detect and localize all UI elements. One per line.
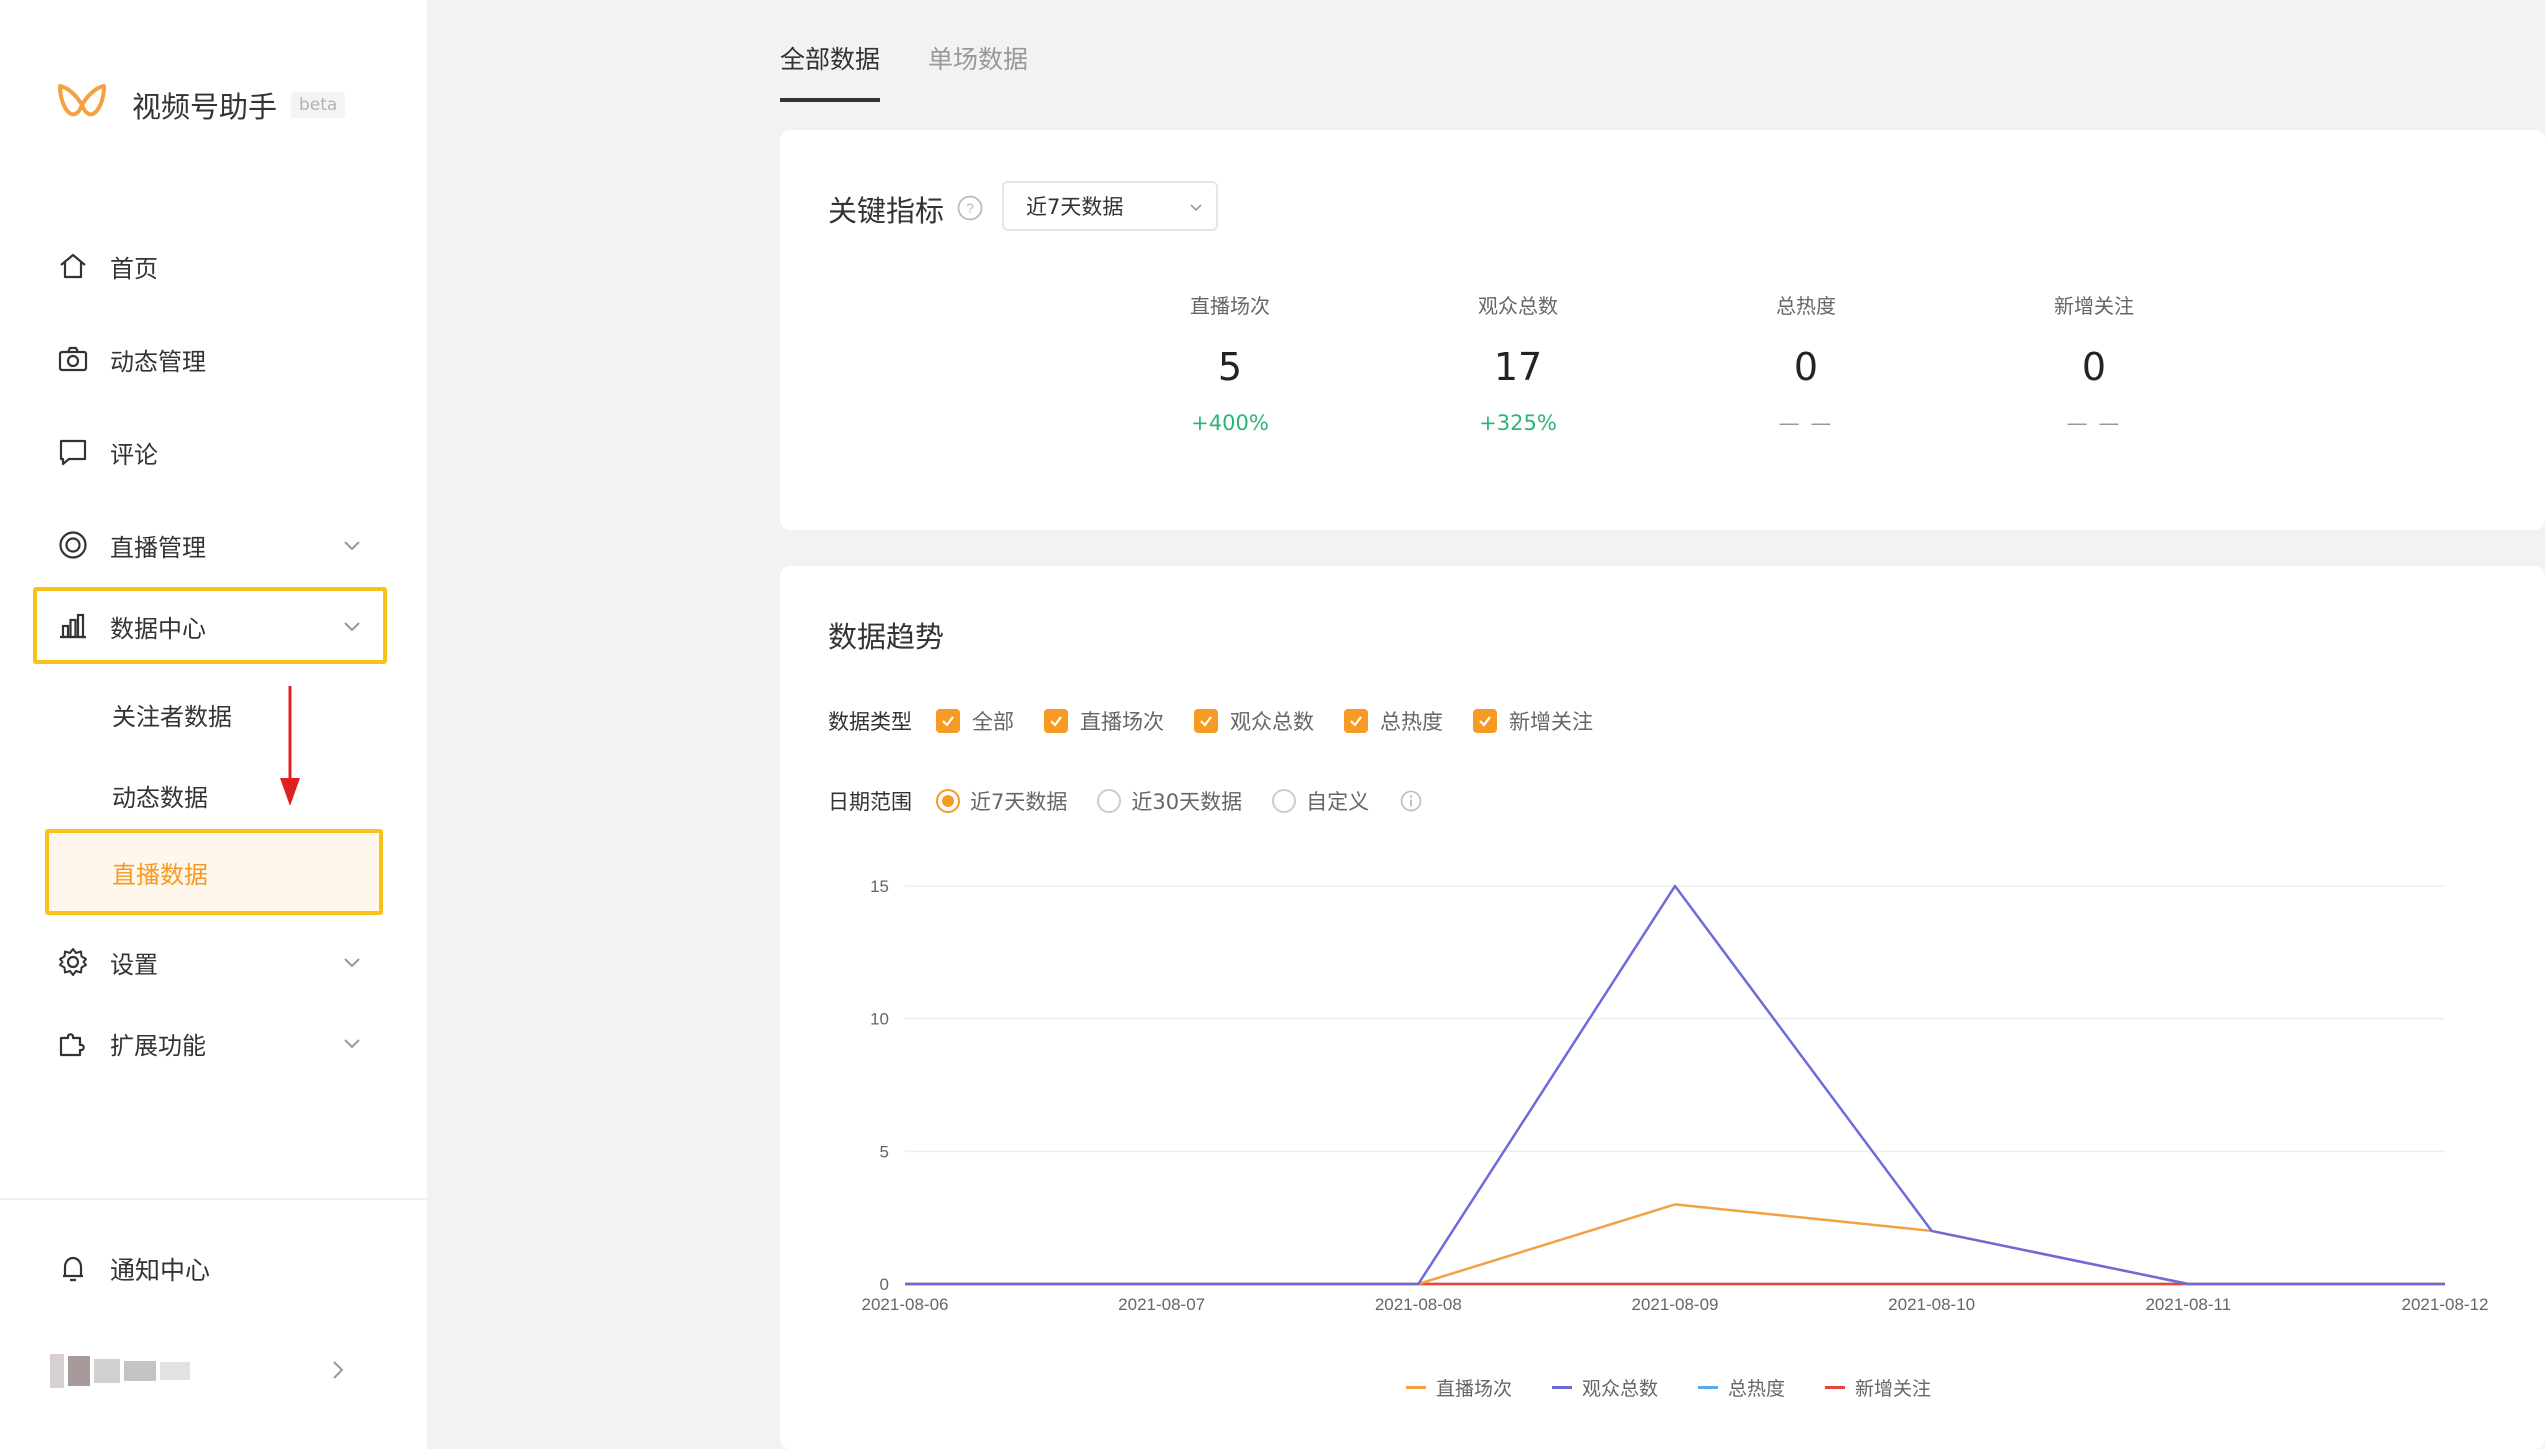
sidebar-item-settings[interactable]: 设置 (56, 932, 376, 992)
metric-change: +325% (1479, 411, 1557, 435)
beta-badge: beta (291, 92, 346, 118)
user-profile[interactable] (50, 1348, 195, 1394)
metric-label: 观众总数 (1478, 294, 1558, 318)
legend-swatch (1406, 1386, 1426, 1389)
chevron-right-icon[interactable] (324, 1356, 352, 1384)
sidebar-divider (0, 1198, 427, 1200)
legend-label: 总热度 (1728, 1378, 1786, 1400)
camera-icon (56, 342, 90, 376)
y-tick-label: 0 (880, 1275, 889, 1294)
data-tabs: 全部数据 单场数据 (780, 40, 1028, 102)
live-icon (56, 528, 90, 562)
chevron-down-icon (1190, 204, 1202, 212)
x-tick-label: 2021-08-07 (1118, 1295, 1205, 1314)
x-tick-label: 2021-08-11 (2145, 1295, 2231, 1314)
bar-chart-icon (56, 609, 90, 643)
key-metrics-title: 关键指标 (828, 194, 945, 228)
sidebar-item-posts[interactable]: 动态管理 (56, 329, 376, 389)
key-metrics-card: 关键指标 ? 近7天数据 直播场次 5 +400% 观众总数 17 +325% … (780, 130, 2545, 530)
avatar (50, 1348, 195, 1394)
trend-line-chart: 0 5 10 15 2021-08-06 2021-08-07 2021-08-08 2021… (862, 877, 2489, 1314)
x-tick-label: 2021-08-09 (1632, 1295, 1719, 1314)
metric-change: — — (1778, 411, 1834, 435)
metric-value: 17 (1493, 345, 1543, 389)
range-select[interactable]: 近7天数据 (1002, 181, 1218, 231)
sub-item-followers-data[interactable]: 关注者数据 (112, 697, 232, 732)
sidebar-item-label: 扩展功能 (110, 1031, 206, 1060)
tab-single-session-data[interactable]: 单场数据 (928, 40, 1028, 102)
metric-value: 0 (1793, 345, 1819, 389)
app-name: 视频号助手 (132, 90, 278, 124)
sub-item-posts-data[interactable]: 动态数据 (112, 778, 208, 813)
app-logo[interactable]: 视频号助手 beta (54, 78, 346, 132)
x-tick-label: 2021-08-10 (1888, 1295, 1975, 1314)
sidebar-item-comments[interactable]: 评论 (56, 422, 376, 482)
metric-value: 0 (2081, 345, 2107, 389)
red-arrow-annotation (280, 686, 300, 806)
logo-icon (58, 84, 106, 117)
legend-label: 观众总数 (1582, 1378, 1659, 1400)
legend-swatch (1698, 1386, 1719, 1389)
sidebar-item-home[interactable]: 首页 (56, 236, 376, 296)
metric-total-heat: 总热度 0 — — (1696, 290, 1916, 435)
comment-icon (56, 435, 90, 469)
legend-swatch (1825, 1386, 1846, 1389)
y-tick-label: 15 (870, 877, 889, 896)
metric-new-followers: 新增关注 0 — — (1984, 290, 2204, 435)
notification-center[interactable]: 通知中心 (56, 1251, 210, 1287)
range-select-value: 近7天数据 (1026, 195, 1124, 219)
legend-item-total-viewers[interactable]: 观众总数 (1552, 1374, 1658, 1401)
notify-label: 通知中心 (110, 1256, 211, 1285)
sub-item-live-data[interactable]: 直播数据 (45, 829, 383, 915)
metric-value: 5 (1217, 345, 1243, 389)
legend-item-new-followers[interactable]: 新增关注 (1825, 1374, 1931, 1401)
sidebar-item-label: 动态管理 (110, 347, 206, 376)
metric-label: 直播场次 (1190, 294, 1270, 318)
sidebar-item-live[interactable]: 直播管理 (56, 515, 376, 575)
y-tick-label: 5 (880, 1142, 889, 1161)
puzzle-icon (56, 1026, 90, 1060)
x-tick-label: 2021-08-08 (1375, 1295, 1462, 1314)
metric-total-viewers: 观众总数 17 +325% (1408, 290, 1628, 435)
legend-label: 直播场次 (1436, 1378, 1513, 1400)
chevron-down-icon (344, 958, 360, 968)
sidebar-item-extensions[interactable]: 扩展功能 (56, 1013, 376, 1073)
metric-label: 新增关注 (2054, 294, 2134, 318)
legend-swatch (1552, 1386, 1573, 1389)
metric-label: 总热度 (1776, 294, 1836, 318)
series-line-0 (905, 1203, 2445, 1286)
sidebar-item-label: 设置 (110, 950, 158, 979)
chart-legend: 直播场次 观众总数 总热度 新增关注 (1406, 1374, 1931, 1401)
y-tick-label: 10 (870, 1010, 889, 1029)
tab-all-data[interactable]: 全部数据 (780, 40, 881, 102)
sidebar-item-label: 评论 (110, 440, 158, 469)
metric-change: +400% (1191, 411, 1269, 435)
metric-live-sessions: 直播场次 5 +400% (1120, 290, 1340, 435)
chevron-down-icon (344, 1039, 360, 1049)
metric-change: — — (2066, 411, 2122, 435)
sidebar-item-label: 直播管理 (110, 533, 206, 562)
legend-item-total-heat[interactable]: 总热度 (1698, 1374, 1785, 1401)
legend-item-live-sessions[interactable]: 直播场次 (1406, 1374, 1512, 1401)
chevron-down-icon (344, 541, 360, 551)
svg-text:?: ? (966, 200, 974, 216)
sidebar-item-label: 数据中心 (110, 614, 206, 643)
x-tick-label: 2021-08-12 (2402, 1295, 2489, 1314)
x-tick-label: 2021-08-06 (862, 1295, 949, 1314)
home-icon (56, 249, 90, 283)
help-icon[interactable]: ? (956, 194, 984, 222)
chevron-down-icon (344, 622, 360, 632)
trend-card: 数据趋势 数据类型 全部 直播场次 观众总数 总热度 新增关注 日期范围 近7天… (780, 566, 2545, 1449)
legend-label: 新增关注 (1855, 1378, 1932, 1400)
series-line-1 (905, 884, 2445, 1286)
sidebar: 视频号助手 beta 首页 动态管理 评论 直播管理 数据中心 关注者数据 动态… (0, 0, 427, 1449)
sidebar-item-label: 首页 (110, 254, 158, 283)
sidebar-item-data-center[interactable]: 数据中心 (56, 596, 376, 656)
bell-icon (63, 1256, 83, 1282)
gear-icon (56, 945, 90, 979)
